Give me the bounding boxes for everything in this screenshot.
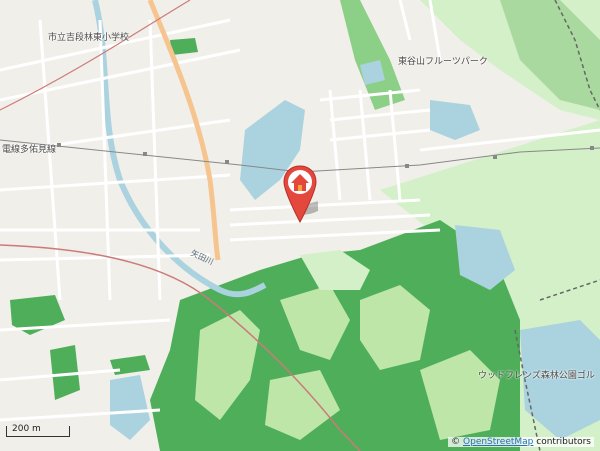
attribution-suffix: contributors [533,437,591,447]
forest-patch-3 [170,38,198,55]
powerline-label: 電線多佑見線 [2,145,57,155]
forest-park-label: ウッドフレンズ森林公園ゴル [478,371,595,381]
osm-link[interactable]: OpenStreetMap [463,437,533,447]
home-marker-icon[interactable] [282,164,318,226]
pond-fruit-park [430,100,480,140]
school-label: 市立吉段林東小学校 [48,33,130,43]
scale-label: 200 m [12,424,41,434]
fruit-park-label: 東谷山フルーツパーク [398,57,488,67]
attribution-prefix: © [451,437,464,447]
attribution: © OpenStreetMap contributors [448,437,594,447]
forest-patch-4 [110,355,150,375]
pond-southwest [110,375,150,440]
map-canvas[interactable]: 市立吉段林東小学校 東谷山フルーツパーク 電線多佑見線 ウッドフレンズ森林公園ゴ… [0,0,600,451]
